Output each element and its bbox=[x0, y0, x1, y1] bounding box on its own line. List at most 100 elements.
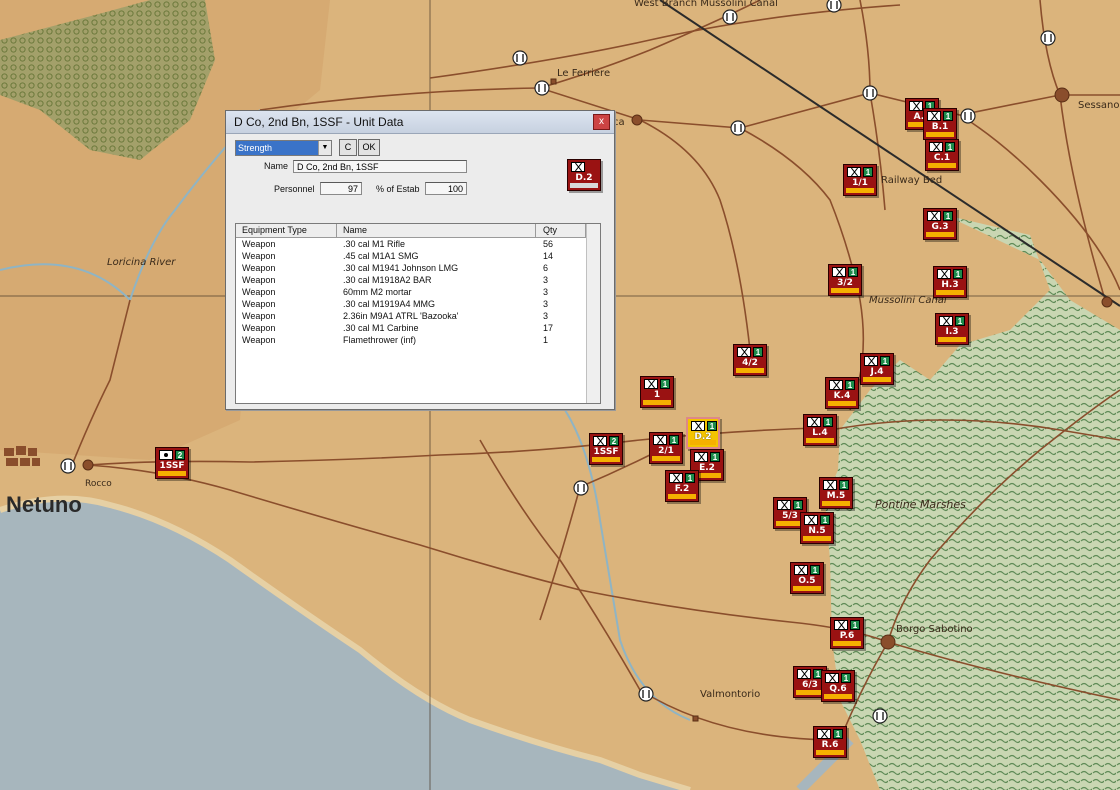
label-sessano: Sessano bbox=[1078, 100, 1120, 111]
unit-counter-i3[interactable]: 1 I.3 bbox=[935, 313, 969, 345]
unit-counter-r6[interactable]: 1 R.6 bbox=[813, 726, 847, 758]
unit-data-dialog: D Co, 2nd Bn, 1SSF - Unit Data x Strengt… bbox=[225, 110, 615, 410]
unit-counter-q6[interactable]: 1 Q.6 bbox=[821, 670, 855, 702]
cell-qty: 3 bbox=[543, 287, 549, 297]
unit-counter-h3[interactable]: 1 H.3 bbox=[933, 266, 967, 298]
c-button[interactable]: C bbox=[339, 139, 357, 156]
infantry-icon bbox=[823, 480, 837, 490]
infantry-icon bbox=[797, 669, 811, 679]
ok-button[interactable]: OK bbox=[358, 139, 380, 156]
unit-label: F.2 bbox=[674, 484, 690, 494]
cell-type: Weapon bbox=[242, 239, 276, 249]
cell-name: 60mm M2 mortar bbox=[343, 287, 412, 297]
unit-counter-k4[interactable]: 1 K.4 bbox=[825, 377, 859, 409]
close-button[interactable]: x bbox=[593, 114, 610, 130]
estab-field[interactable]: 100 bbox=[425, 182, 467, 195]
table-row[interactable]: Weapon .30 cal M1919A4 MMG 3 bbox=[236, 298, 600, 310]
cell-type: Weapon bbox=[242, 323, 276, 333]
table-body: Weapon .30 cal M1 Rifle 56 Weapon .45 cal M1… bbox=[236, 238, 600, 346]
unit-label: K.4 bbox=[833, 391, 851, 401]
unit-label: O.5 bbox=[798, 576, 816, 586]
unit-label: G.3 bbox=[931, 222, 949, 232]
dialog-titlebar[interactable]: D Co, 2nd Bn, 1SSF - Unit Data x bbox=[226, 111, 614, 134]
table-row[interactable]: Weapon .30 cal M1918A2 BAR 3 bbox=[236, 274, 600, 286]
label-pontine-marshes: Pontine Marshes bbox=[875, 498, 966, 511]
unit-counter-j4[interactable]: 1 J.4 bbox=[860, 353, 894, 385]
infantry-icon bbox=[927, 211, 941, 221]
table-row[interactable]: Weapon .30 cal M1 Rifle 56 bbox=[236, 238, 600, 250]
unit-counter-f2[interactable]: 1 F.2 bbox=[665, 470, 699, 502]
cell-qty: 17 bbox=[543, 323, 554, 333]
col-header-qty[interactable]: Qty bbox=[543, 225, 557, 235]
unit-label: 3/2 bbox=[837, 278, 853, 288]
hq-icon bbox=[159, 450, 173, 460]
chevron-down-icon[interactable]: ▼ bbox=[318, 141, 331, 155]
table-scrollbar[interactable] bbox=[586, 224, 600, 403]
cell-name: .30 cal M1 Rifle bbox=[343, 239, 406, 249]
unit-label: L.4 bbox=[812, 428, 828, 438]
view-select[interactable]: Strength ▼ bbox=[235, 140, 332, 156]
label-le-ferriere: Le Ferriere bbox=[557, 68, 611, 79]
unit-counter-hq1ssf[interactable]: 2 1SSF bbox=[155, 447, 189, 479]
unit-counter-o5[interactable]: 1 O.5 bbox=[790, 562, 824, 594]
infantry-icon bbox=[864, 356, 878, 366]
infantry-icon bbox=[927, 111, 941, 121]
unit-strength-badge: 1 bbox=[820, 515, 830, 525]
unit-status-bar bbox=[926, 232, 954, 237]
personnel-field[interactable]: 97 bbox=[320, 182, 362, 195]
unit-counter-b1[interactable]: 1 B.1 bbox=[923, 108, 957, 140]
unit-counter-d2[interactable]: 1 D.2 bbox=[686, 417, 720, 449]
unit-strength-badge: 1 bbox=[845, 380, 855, 390]
unit-label: 1SSF bbox=[593, 447, 619, 457]
table-row[interactable]: Weapon Flamethrower (inf) 1 bbox=[236, 334, 600, 346]
unit-status-bar bbox=[690, 440, 716, 445]
unit-status-bar bbox=[833, 641, 861, 646]
cell-name: .30 cal M1941 Johnson LMG bbox=[343, 263, 459, 273]
unit-status-bar bbox=[831, 288, 859, 293]
unit-counter-s1ssf2[interactable]: 2 1SSF bbox=[589, 433, 623, 465]
unit-status-bar bbox=[592, 457, 620, 462]
unit-counter-n5[interactable]: 1 N.5 bbox=[800, 512, 834, 544]
table-row[interactable]: Weapon .30 cal M1941 Johnson LMG 6 bbox=[236, 262, 600, 274]
unit-counter-u1_1[interactable]: 1 1/1 bbox=[843, 164, 877, 196]
personnel-label: Personnel bbox=[274, 184, 315, 194]
unit-strength-badge: 1 bbox=[685, 473, 695, 483]
name-label: Name bbox=[264, 161, 289, 171]
name-field[interactable]: D Co, 2nd Bn, 1SSF bbox=[293, 160, 467, 173]
infantry-icon bbox=[644, 379, 658, 389]
unit-counter-u1[interactable]: 11 bbox=[640, 376, 674, 408]
unit-status-bar bbox=[828, 401, 856, 406]
unit-counter-u4_2[interactable]: 1 4/2 bbox=[733, 344, 767, 376]
table-row[interactable]: Weapon .30 cal M1 Carbine 17 bbox=[236, 322, 600, 334]
cell-type: Weapon bbox=[242, 263, 276, 273]
label-loricina-river: Loricina River bbox=[107, 257, 176, 268]
unit-strength-badge: 1 bbox=[848, 267, 858, 277]
unit-label: M.5 bbox=[826, 491, 846, 501]
unit-counter-p6[interactable]: 1 P.6 bbox=[830, 617, 864, 649]
equipment-table: Equipment Type Name Qty Weapon .30 cal M1… bbox=[235, 223, 601, 404]
unit-label: N.5 bbox=[808, 526, 826, 536]
col-header-type[interactable]: Equipment Type bbox=[242, 225, 307, 235]
unit-counter-g3[interactable]: 1 G.3 bbox=[923, 208, 957, 240]
unit-counter-u2_1[interactable]: 1 2/1 bbox=[649, 432, 683, 464]
unit-status-bar bbox=[928, 163, 956, 168]
infantry-icon bbox=[937, 269, 951, 279]
unit-label: 4/2 bbox=[742, 358, 758, 368]
table-row[interactable]: Weapon 2.36in M9A1 ATRL 'Bazooka' 3 bbox=[236, 310, 600, 322]
estab-label: % of Estab bbox=[376, 184, 420, 194]
unit-strength-badge: 2 bbox=[609, 436, 619, 446]
unit-counter-m5[interactable]: 1 M.5 bbox=[819, 477, 853, 509]
table-row[interactable]: Weapon 60mm M2 mortar 3 bbox=[236, 286, 600, 298]
unit-strength-badge: 1 bbox=[955, 316, 965, 326]
unit-status-bar bbox=[643, 400, 671, 405]
table-row[interactable]: Weapon .45 cal M1A1 SMG 14 bbox=[236, 250, 600, 262]
cell-qty: 3 bbox=[543, 275, 549, 285]
infantry-icon bbox=[939, 316, 953, 326]
unit-counter-c1[interactable]: 1 C.1 bbox=[925, 139, 959, 171]
unit-strength-badge: 1 bbox=[823, 417, 833, 427]
unit-counter-u3_2[interactable]: 1 3/2 bbox=[828, 264, 862, 296]
unit-label: B.1 bbox=[931, 122, 949, 132]
unit-strength-badge: 1 bbox=[839, 480, 849, 490]
col-header-name[interactable]: Name bbox=[343, 225, 367, 235]
unit-counter-l4[interactable]: 1 L.4 bbox=[803, 414, 837, 446]
